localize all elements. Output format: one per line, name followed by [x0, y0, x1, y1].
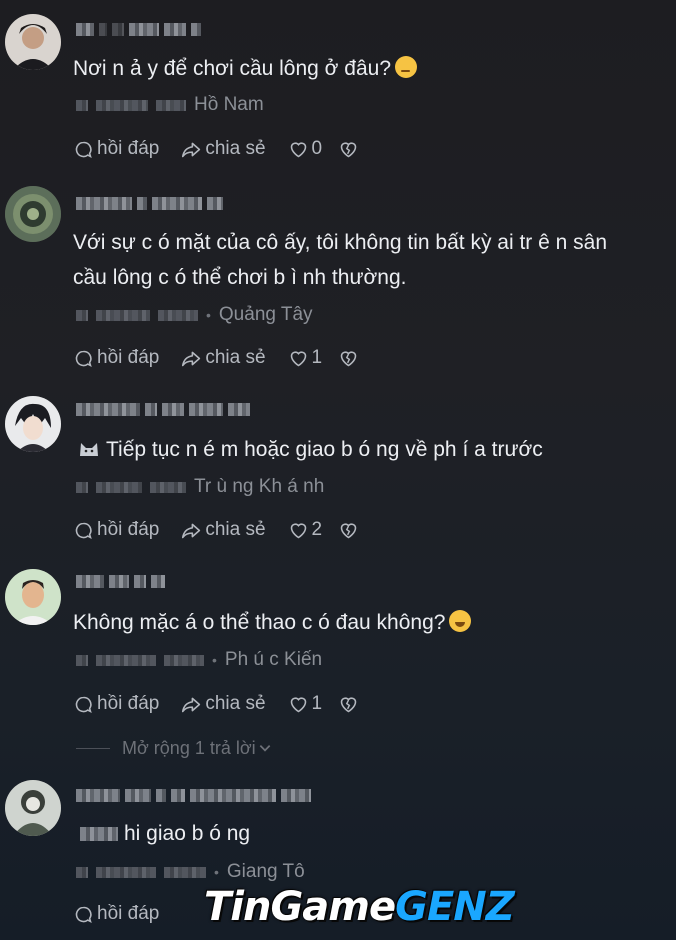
like-button[interactable]: 1 [288, 347, 323, 369]
like-count: 0 [311, 138, 323, 159]
comment-actions: hồi đáp chia sẻ 2 [73, 517, 381, 543]
comment-actions: hồi đáp [73, 901, 181, 927]
like-count: 1 [311, 693, 323, 714]
heart-icon [290, 141, 306, 157]
share-button[interactable]: chia sẻ [181, 519, 266, 541]
reply-icon [75, 696, 92, 713]
comment-text: Với sự c ó mặt của cô ấy, tôi không tin … [73, 231, 608, 254]
dislike-button[interactable] [338, 694, 359, 715]
reply-icon [75, 350, 92, 367]
share-icon [182, 523, 201, 538]
reply-icon [75, 906, 92, 923]
avatar[interactable] [5, 14, 61, 70]
username-blurred[interactable] [76, 788, 311, 802]
avatar[interactable] [5, 569, 61, 625]
broken-heart-icon [340, 696, 357, 712]
avatar[interactable] [5, 396, 61, 452]
like-button[interactable]: 1 [288, 693, 323, 715]
comment-meta: • Ph ú c Kiến [76, 649, 322, 671]
dislike-button[interactable] [338, 348, 359, 369]
location-label: Ph ú c Kiến [224, 649, 323, 670]
like-button[interactable]: 0 [288, 138, 323, 160]
location-label: Giang Tô [226, 861, 305, 882]
location-label: Tr ù ng Kh á nh [194, 476, 325, 497]
comment-text: Không mặc á o thể thao c ó đau không? [73, 604, 676, 641]
heart-icon [290, 696, 306, 712]
share-button[interactable]: chia sẻ [181, 138, 266, 160]
share-icon [182, 351, 201, 366]
reply-icon [75, 141, 92, 158]
location-label: Hồ Nam [194, 94, 264, 115]
heart-icon [290, 522, 306, 538]
thinking-emoji-icon [395, 56, 417, 78]
chevron-down-icon [259, 745, 270, 752]
share-button[interactable]: chia sẻ [181, 693, 266, 715]
location-label: Quảng Tây [218, 304, 313, 325]
broken-heart-icon [340, 141, 357, 157]
laughing-emoji-icon [449, 610, 472, 632]
like-count: 2 [311, 519, 323, 540]
share-button[interactable]: chia sẻ [181, 347, 266, 369]
like-button[interactable]: 2 [288, 519, 323, 541]
broken-heart-icon [340, 350, 357, 366]
comment-text: cầu lông c ó thể chơi b ì nh thường. [73, 266, 407, 289]
expand-replies-button[interactable]: Mở rộng 1 trả lời [76, 736, 272, 760]
reply-button[interactable]: hồi đáp [73, 347, 159, 369]
comment-meta: • Giang Tô [76, 861, 305, 883]
heart-icon [290, 350, 306, 366]
comment-actions: hồi đáp chia sẻ 1 [73, 691, 381, 717]
broken-heart-icon [340, 522, 357, 538]
username-blurred[interactable] [76, 402, 250, 416]
avatar[interactable] [5, 780, 61, 836]
username-blurred[interactable] [76, 196, 223, 210]
comment-meta: Hồ Nam [76, 94, 264, 116]
dislike-button[interactable] [338, 139, 359, 160]
comment-text: Tiếp tục n é m hoặc giao b ó ng về ph í … [78, 431, 676, 468]
comment-text: Nơi n ả y để chơi cầu lông ở đâu? [73, 50, 676, 87]
site-watermark: TinGameGENZ [204, 884, 515, 930]
reply-button[interactable]: hồi đáp [73, 138, 159, 160]
share-icon [182, 697, 201, 712]
avatar[interactable] [5, 186, 61, 242]
username-blurred[interactable] [76, 22, 201, 36]
comment-actions: hồi đáp chia sẻ 0 [73, 136, 381, 162]
reply-button[interactable]: hồi đáp [73, 693, 159, 715]
share-icon [182, 142, 201, 157]
comment-meta: Tr ù ng Kh á nh [76, 476, 324, 498]
reply-button[interactable]: hồi đáp [73, 519, 159, 541]
reply-icon [75, 522, 92, 539]
dislike-button[interactable] [338, 520, 359, 541]
reply-button[interactable]: hồi đáp [73, 903, 159, 925]
like-count: 1 [311, 347, 323, 368]
comment-text: hi giao b ó ng [80, 815, 676, 852]
comment-meta: • Quảng Tây [76, 304, 313, 326]
cat-icon [80, 443, 98, 456]
comment-actions: hồi đáp chia sẻ 1 [73, 345, 381, 371]
username-blurred[interactable] [76, 574, 165, 588]
